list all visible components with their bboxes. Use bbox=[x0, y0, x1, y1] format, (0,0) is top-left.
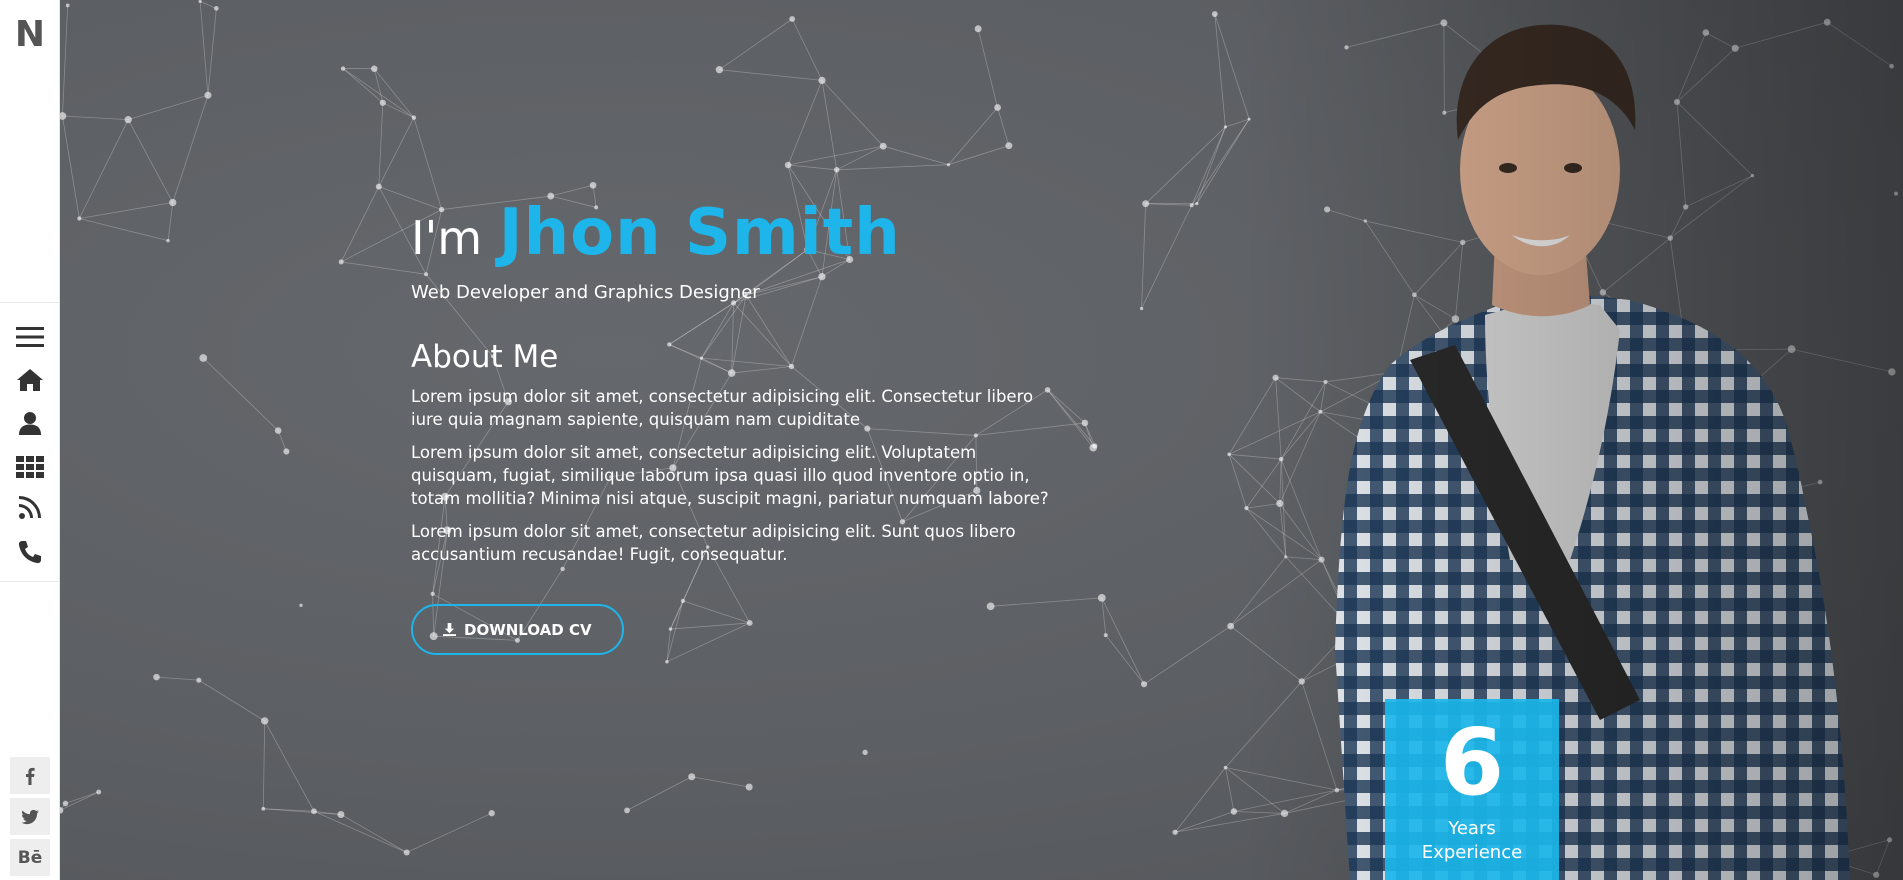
download-cv-label: DOWNLOAD CV bbox=[464, 620, 592, 639]
social-links: Bē bbox=[10, 757, 50, 880]
nav-contact[interactable] bbox=[0, 530, 60, 573]
twitter-icon bbox=[21, 809, 39, 824]
site-logo[interactable]: N bbox=[0, 14, 60, 55]
about-title: About Me bbox=[411, 339, 559, 375]
twitter-button[interactable] bbox=[10, 798, 50, 835]
nav-portfolio[interactable] bbox=[0, 444, 60, 487]
experience-years-number: 6 bbox=[1439, 709, 1504, 816]
about-paragraph: Lorem ipsum dolor sit amet, consectetur … bbox=[411, 443, 1049, 508]
rss-icon bbox=[19, 495, 41, 519]
experience-label: Years Experience bbox=[1421, 818, 1523, 863]
about-paragraph: Lorem ipsum dolor sit amet, consectetur … bbox=[411, 522, 1016, 564]
download-icon bbox=[443, 623, 456, 636]
sidebar-nav bbox=[0, 302, 60, 582]
sidebar: N Bē bbox=[0, 0, 60, 880]
greeting: I'm bbox=[411, 211, 483, 265]
behance-button[interactable]: Bē bbox=[10, 839, 50, 876]
download-cv-button[interactable]: DOWNLOAD CV bbox=[411, 604, 624, 655]
person-name: Jhon Smith bbox=[498, 196, 901, 270]
facebook-icon bbox=[26, 767, 35, 785]
headline: I'm Jhon Smith bbox=[411, 196, 1111, 270]
facebook-button[interactable] bbox=[10, 757, 50, 794]
about-paragraph: Lorem ipsum dolor sit amet, consectetur … bbox=[411, 387, 1034, 429]
user-icon bbox=[19, 411, 41, 435]
nav-home[interactable] bbox=[0, 358, 60, 401]
nav-blog[interactable] bbox=[0, 487, 60, 530]
intro: I'm Jhon Smith Web Developer and Graphic… bbox=[411, 196, 1111, 655]
menu-icon bbox=[16, 326, 44, 347]
behance-icon: Bē bbox=[17, 847, 43, 868]
experience-badge: 6 Years Experience bbox=[1385, 699, 1559, 880]
nav-about[interactable] bbox=[0, 401, 60, 444]
tagline: Web Developer and Graphics Designer bbox=[411, 282, 760, 303]
home-icon bbox=[17, 368, 43, 391]
profile-photo bbox=[1240, 0, 1903, 880]
phone-icon bbox=[18, 540, 41, 563]
grid-icon bbox=[16, 455, 44, 478]
menu-button[interactable] bbox=[0, 315, 60, 358]
hero-section: I'm Jhon Smith Web Developer and Graphic… bbox=[60, 0, 1903, 880]
